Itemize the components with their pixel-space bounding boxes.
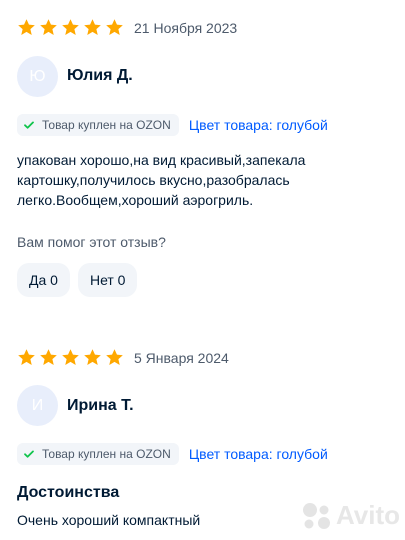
- avatar[interactable]: И: [17, 385, 58, 426]
- check-icon: [24, 450, 34, 458]
- star-icon: [40, 349, 57, 365]
- star-icon: [106, 19, 123, 35]
- vote-yes-button[interactable]: Да 0: [17, 263, 70, 297]
- star-icon: [106, 349, 123, 365]
- star-rating: [17, 18, 124, 37]
- star-icon: [40, 19, 57, 35]
- author-name[interactable]: Ирина Т.: [67, 397, 134, 415]
- review-date: 21 Ноября 2023: [134, 19, 238, 36]
- purchase-info-row: Товар куплен на OZON Цвет товара: голубо…: [17, 114, 328, 136]
- purchased-badge: Товар куплен на OZON: [17, 114, 179, 136]
- purchased-badge: Товар куплен на OZON: [17, 443, 179, 465]
- helpful-question: Вам помог этот отзыв?: [17, 234, 166, 250]
- vote-buttons: Да 0 Нет 0: [17, 263, 138, 297]
- purchased-label: Товар куплен на OZON: [42, 118, 171, 132]
- purchase-info-row: Товар куплен на OZON Цвет товара: голубо…: [17, 443, 328, 465]
- star-rating: [17, 348, 124, 367]
- check-icon: [24, 121, 34, 129]
- review-date: 5 Января 2024: [134, 349, 229, 366]
- author-name[interactable]: Юлия Д.: [67, 67, 133, 85]
- pros-title: Достоинства: [17, 484, 120, 501]
- review-text: упакован хорошо,на вид красивый,запекала…: [17, 152, 306, 208]
- star-icon: [62, 19, 79, 35]
- avatar[interactable]: Ю: [17, 56, 58, 97]
- vote-no-button[interactable]: Нет 0: [77, 263, 138, 297]
- rating-row: 21 Ноября 2023: [17, 18, 237, 37]
- star-icon: [62, 349, 79, 365]
- watermark-text: Avito: [336, 500, 401, 530]
- avito-watermark: Avito: [300, 500, 400, 531]
- purchased-label: Товар куплен на OZON: [42, 447, 171, 461]
- product-color-link[interactable]: Цвет товара: голубой: [189, 446, 328, 462]
- star-icon: [84, 349, 101, 365]
- star-icon: [84, 19, 101, 35]
- star-icon: [18, 19, 35, 35]
- product-color-link[interactable]: Цвет товара: голубой: [189, 117, 328, 133]
- pros-text: Очень хороший компактный: [17, 512, 201, 528]
- avito-logo-icon: [303, 502, 330, 529]
- star-icon: [18, 349, 35, 365]
- rating-row: 5 Января 2024: [17, 348, 229, 367]
